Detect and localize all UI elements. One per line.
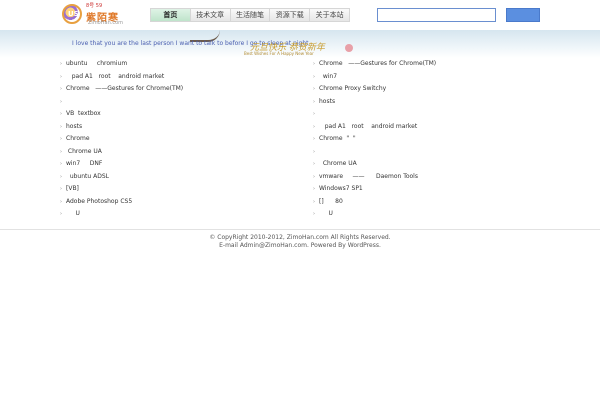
post-link[interactable]: › pad A1 root android market bbox=[60, 71, 290, 84]
post-link[interactable]: › hosts bbox=[313, 96, 543, 109]
post-link[interactable]: › bbox=[313, 146, 543, 159]
post-link[interactable]: › U bbox=[60, 208, 290, 221]
post-link[interactable]: › win7 DNF bbox=[60, 158, 290, 171]
post-title: Chrome UA bbox=[319, 160, 357, 167]
post-title: pad A1 root android market bbox=[319, 122, 418, 130]
post-link[interactable]: › ubuntu ADSL bbox=[60, 171, 290, 184]
post-title: Chrome ——Gestures for Chrome(TM) bbox=[66, 85, 184, 92]
post-title: ubuntu chromium bbox=[66, 60, 128, 67]
post-title: Windows7 SP1 bbox=[319, 185, 363, 192]
top-bar: US 8号 59 紫陌寒 ZimoHan.com 首页 技术文章 生活随笔 资源下载关… bbox=[0, 0, 600, 30]
post-title: vmware —— Daemon Tools bbox=[319, 172, 418, 180]
post-title: Adobe Photoshop CS5 bbox=[66, 197, 133, 205]
header-banner: I love that you are the last person I wa… bbox=[0, 30, 600, 58]
footer-divider bbox=[0, 229, 600, 230]
post-title: pad A1 root android market bbox=[66, 72, 165, 80]
footer-email: E-mail Admin@ZimoHan.com. Powered By Wor… bbox=[219, 242, 381, 249]
post-title: win7 DNF bbox=[66, 160, 103, 167]
post-link[interactable]: › Chrome Proxy Switchy bbox=[313, 83, 543, 96]
nav-item-4[interactable]: 关于本站 bbox=[310, 9, 349, 21]
search-button[interactable] bbox=[506, 8, 540, 22]
post-link[interactable]: › Chrome UA bbox=[313, 158, 543, 171]
post-link[interactable]: › U bbox=[313, 208, 543, 221]
nav-item-0[interactable]: 首页 bbox=[151, 9, 191, 21]
post-title: [] 80 bbox=[319, 197, 343, 205]
logo-icon: US bbox=[62, 4, 82, 24]
search-input[interactable] bbox=[377, 8, 496, 22]
nav-item-3[interactable]: 资源下载 bbox=[270, 9, 311, 21]
post-link[interactable]: › bbox=[313, 108, 543, 121]
footer-copyright: © CopyRight 2010-2012, ZimoHan.com All R… bbox=[209, 234, 391, 241]
site-logo[interactable]: US 8号 59 紫陌寒 ZimoHan.com bbox=[60, 2, 140, 26]
post-title: U bbox=[319, 210, 333, 217]
post-title: Chrome UA bbox=[66, 147, 102, 155]
post-title: VB textbox bbox=[66, 110, 101, 117]
post-link[interactable]: › Adobe Photoshop CS5 bbox=[60, 196, 290, 209]
post-title: hosts bbox=[66, 122, 83, 130]
post-link[interactable]: › ubuntu chromium bbox=[60, 58, 290, 71]
post-title: U bbox=[66, 210, 80, 217]
post-link[interactable]: › vmware —— Daemon Tools bbox=[313, 171, 543, 184]
post-link[interactable]: › Chrome ——Gestures for Chrome(TM) bbox=[313, 58, 543, 71]
footer: © CopyRight 2010-2012, ZimoHan.com All R… bbox=[0, 234, 600, 250]
post-title: ubuntu ADSL bbox=[66, 172, 109, 180]
new-year-greeting-sub: Best Wishes For A Happy New Year bbox=[244, 51, 314, 56]
logo-tag: 8号 59 bbox=[86, 3, 103, 9]
post-list-left: › ubuntu chromium › pad A1 root android ma… bbox=[60, 58, 290, 221]
post-link[interactable]: › [VB] bbox=[60, 183, 290, 196]
post-link[interactable]: › hosts bbox=[60, 121, 290, 134]
post-title: Chrome ——Gestures for Chrome(TM) bbox=[319, 60, 437, 67]
logo-subtitle: ZimoHan.com bbox=[88, 20, 124, 26]
post-link[interactable]: › Windows7 SP1 bbox=[313, 183, 543, 196]
nav-item-1[interactable]: 技术文章 bbox=[191, 9, 231, 21]
post-link[interactable]: › Chrome " " bbox=[313, 133, 543, 146]
post-title: win7 bbox=[319, 72, 338, 80]
plum-blossom-icon bbox=[345, 44, 353, 52]
post-title: Chrome " " bbox=[319, 135, 356, 142]
post-link[interactable]: › Chrome ——Gestures for Chrome(TM) bbox=[60, 83, 290, 96]
post-title: [VB] bbox=[66, 185, 79, 192]
nav-item-2[interactable]: 生活随笔 bbox=[231, 9, 271, 21]
bullet-icon: › bbox=[60, 98, 62, 105]
post-title: Chrome bbox=[66, 135, 90, 142]
bullet-icon: › bbox=[313, 148, 315, 155]
post-list-right: › Chrome ——Gestures for Chrome(TM) › win7 ›… bbox=[313, 58, 543, 221]
main-nav: 首页 技术文章 生活随笔 资源下载 关于本站 bbox=[150, 8, 350, 22]
post-link[interactable]: › pad A1 root android market bbox=[313, 121, 543, 134]
post-title: hosts bbox=[319, 97, 336, 105]
post-title: Chrome Proxy Switchy bbox=[319, 85, 387, 92]
post-link[interactable]: › win7 bbox=[313, 71, 543, 84]
post-link[interactable]: › Chrome bbox=[60, 133, 290, 146]
post-link[interactable]: › Chrome UA bbox=[60, 146, 290, 159]
post-link[interactable]: › VB textbox bbox=[60, 108, 290, 121]
post-link[interactable]: ›[] 80 bbox=[313, 196, 543, 209]
bullet-icon: › bbox=[313, 111, 315, 117]
post-link[interactable]: › bbox=[60, 96, 290, 109]
